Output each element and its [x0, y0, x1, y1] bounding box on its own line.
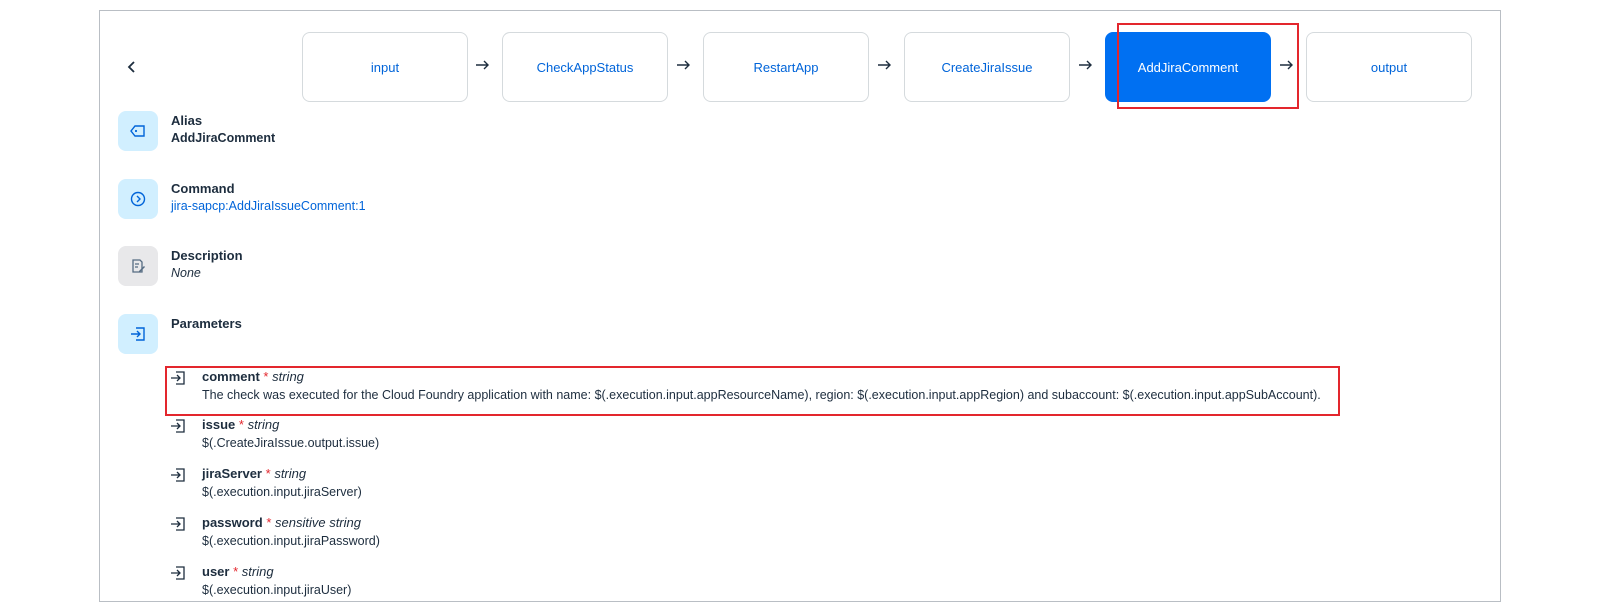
required-marker: *	[233, 564, 239, 579]
workflow-detail-panel: input CheckAppStatus RestartApp CreateJi…	[99, 10, 1501, 602]
param-value: $(.execution.input.jiraUser)	[202, 583, 352, 597]
navigation-right-icon	[118, 179, 158, 219]
selected-step-highlight	[1117, 23, 1299, 109]
param-item: user * string $(.execution.input.jiraUse…	[170, 563, 1320, 601]
param-name-line: jiraServer * string	[202, 466, 306, 481]
sign-in-icon	[171, 517, 185, 531]
param-value: $(.CreateJiraIssue.output.issue)	[202, 436, 380, 450]
param-type: string	[247, 417, 280, 432]
arrow-right-icon	[875, 55, 895, 75]
sign-in-icon	[171, 566, 185, 580]
param-name-line: password * sensitive string	[202, 515, 361, 530]
param-type: string	[274, 466, 307, 481]
param-item: jiraServer * string $(.execution.input.j…	[170, 465, 1320, 505]
sign-in-icon	[118, 314, 158, 354]
step-createjiraissue[interactable]: CreateJiraIssue	[904, 32, 1070, 102]
edit-document-icon	[118, 246, 158, 286]
command-link[interactable]: jira-sapcp:AddJiraIssueComment:1	[171, 199, 366, 213]
sign-in-icon	[171, 419, 185, 433]
param-item: password * sensitive string $(.execution…	[170, 514, 1320, 554]
alias-label: Alias	[171, 113, 203, 128]
param-value: $(.execution.input.jiraPassword)	[202, 534, 380, 548]
required-marker: *	[238, 417, 244, 432]
param-name: issue	[202, 417, 236, 432]
command-label: Command	[171, 181, 235, 196]
param-name: jiraServer	[202, 466, 262, 481]
step-restartapp[interactable]: RestartApp	[703, 32, 869, 102]
param-name: password	[202, 515, 263, 530]
param-value: $(.execution.input.jiraServer)	[202, 485, 362, 499]
step-checkappstatus[interactable]: CheckAppStatus	[502, 32, 668, 102]
highlighted-param-box	[165, 366, 1340, 416]
required-marker: *	[266, 515, 272, 530]
param-item: issue * string $(.CreateJiraIssue.output…	[170, 416, 1320, 456]
parameters-label: Parameters	[171, 316, 242, 331]
pipeline: input CheckAppStatus RestartApp CreateJi…	[100, 11, 1500, 111]
required-marker: *	[265, 466, 271, 481]
alias-value: AddJiraComment	[171, 131, 276, 145]
sign-in-icon	[171, 468, 185, 482]
param-type: sensitive string	[275, 515, 361, 530]
arrow-right-icon	[473, 55, 493, 75]
step-input[interactable]: input	[302, 32, 468, 102]
step-output[interactable]: output	[1306, 32, 1472, 102]
param-name-line: issue * string	[202, 417, 279, 432]
tag-icon	[118, 111, 158, 151]
arrow-right-icon	[1076, 55, 1096, 75]
description-value: None	[171, 266, 201, 280]
param-name-line: user * string	[202, 564, 274, 579]
arrow-right-icon	[674, 55, 694, 75]
param-name: user	[202, 564, 230, 579]
description-label: Description	[171, 248, 243, 263]
param-type: string	[241, 564, 274, 579]
